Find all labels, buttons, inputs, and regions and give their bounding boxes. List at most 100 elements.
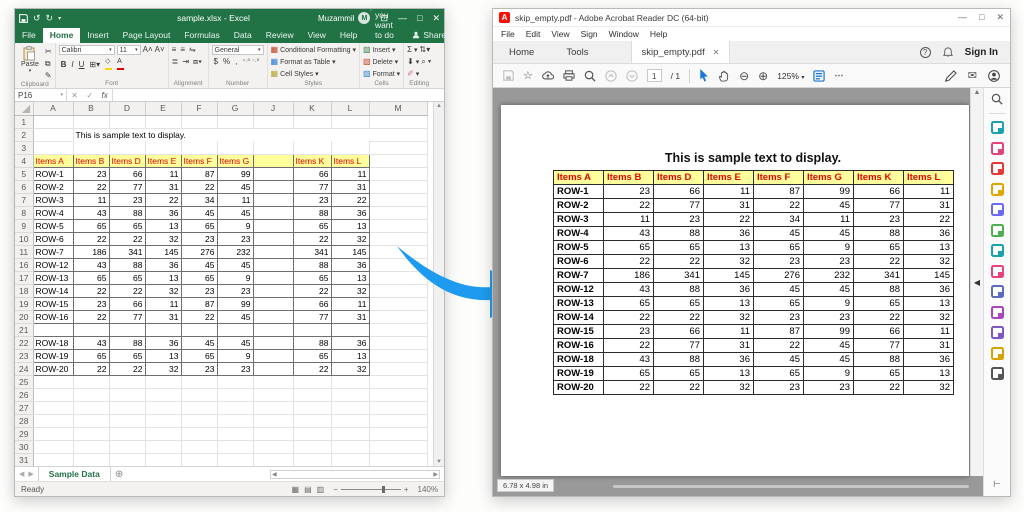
cell-value[interactable]: 45 bbox=[217, 206, 253, 219]
name-box[interactable]: P16 ▾ bbox=[15, 89, 67, 101]
cell-empty[interactable] bbox=[253, 167, 293, 180]
cell-value[interactable]: 32 bbox=[145, 362, 181, 375]
cell-value[interactable]: 22 bbox=[293, 284, 331, 297]
font-size-select[interactable]: 11▾ bbox=[117, 45, 141, 55]
format-cells-button[interactable]: ▧ Format ▾ bbox=[363, 69, 400, 79]
cell-empty[interactable] bbox=[253, 284, 293, 297]
edit-pdf-icon[interactable] bbox=[991, 142, 1004, 155]
cell-value[interactable]: 23 bbox=[293, 193, 331, 206]
copy-icon[interactable]: ⧉ bbox=[45, 59, 52, 69]
cell-value[interactable]: 23 bbox=[181, 232, 217, 245]
cell-value[interactable]: 88 bbox=[109, 258, 145, 271]
cell-value[interactable]: 31 bbox=[331, 180, 369, 193]
sheet-caption-cell[interactable]: This is sample text to display. bbox=[73, 128, 369, 141]
select-tool-icon[interactable] bbox=[699, 69, 709, 82]
format-painter-icon[interactable]: ✎ bbox=[45, 71, 52, 81]
cell-value[interactable]: 22 bbox=[181, 180, 217, 193]
cell-value[interactable]: 65 bbox=[109, 271, 145, 284]
cell[interactable] bbox=[217, 115, 253, 128]
cell-empty[interactable] bbox=[253, 180, 293, 193]
cell-value[interactable]: 32 bbox=[331, 232, 369, 245]
cell[interactable] bbox=[217, 440, 253, 453]
grow-font-icon[interactable]: A˄ bbox=[143, 45, 153, 55]
cell-header[interactable]: Items A bbox=[33, 154, 73, 167]
cell-value[interactable]: 66 bbox=[293, 297, 331, 310]
cell-value[interactable]: 23 bbox=[181, 284, 217, 297]
cell-header[interactable]: Items E bbox=[145, 154, 181, 167]
format-as-table-button[interactable]: ▦ Format as Table ▾ bbox=[271, 57, 356, 67]
cell[interactable] bbox=[109, 115, 145, 128]
cell[interactable] bbox=[293, 414, 331, 427]
italic-button[interactable]: I bbox=[71, 60, 73, 70]
cell[interactable] bbox=[253, 427, 293, 440]
cell-row-label[interactable]: ROW-1 bbox=[33, 167, 73, 180]
cell-value[interactable]: 22 bbox=[181, 310, 217, 323]
cell-empty[interactable] bbox=[253, 232, 293, 245]
cell[interactable] bbox=[331, 388, 369, 401]
more-tools-icon[interactable]: ⋯ bbox=[834, 70, 844, 81]
redo-icon[interactable]: ↻ bbox=[46, 13, 54, 24]
share-button[interactable]: Share bbox=[404, 28, 454, 43]
cell[interactable] bbox=[217, 141, 253, 154]
cell-value[interactable]: 23 bbox=[73, 297, 109, 310]
cell-row-label[interactable]: ROW-6 bbox=[33, 232, 73, 245]
cell-value[interactable]: 276 bbox=[181, 245, 217, 258]
cell[interactable] bbox=[331, 414, 369, 427]
cell[interactable] bbox=[293, 115, 331, 128]
star-icon[interactable]: ☆ bbox=[523, 69, 533, 82]
indent-icon[interactable]: ⇥ bbox=[182, 57, 189, 67]
cell-empty[interactable] bbox=[293, 323, 331, 336]
cell[interactable] bbox=[293, 141, 331, 154]
wrap-text-icon[interactable]: ⇋ bbox=[189, 45, 196, 55]
cell-value[interactable]: 65 bbox=[293, 219, 331, 232]
cell-value[interactable]: 36 bbox=[331, 206, 369, 219]
clear-button[interactable]: ✐ ▾ bbox=[407, 69, 431, 79]
collapse-pane-icon[interactable]: ◀ bbox=[974, 278, 980, 287]
cell-value[interactable]: 65 bbox=[73, 349, 109, 362]
cell-empty[interactable] bbox=[331, 323, 369, 336]
insert-function-icon[interactable]: fx bbox=[102, 91, 108, 100]
formula-input[interactable] bbox=[113, 89, 444, 101]
row-header-3[interactable]: 3 bbox=[15, 141, 33, 154]
menu-help[interactable]: Help bbox=[650, 29, 667, 39]
cell-empty[interactable] bbox=[253, 219, 293, 232]
cell-value[interactable]: 77 bbox=[109, 310, 145, 323]
cell[interactable] bbox=[145, 375, 181, 388]
shrink-font-icon[interactable]: A˅ bbox=[155, 45, 165, 55]
percent-icon[interactable]: % bbox=[223, 57, 230, 67]
cell[interactable] bbox=[109, 427, 145, 440]
cell[interactable] bbox=[293, 401, 331, 414]
autosum-button[interactable]: Σ ▾ ⇅▾ bbox=[407, 45, 431, 55]
scroll-down-icon[interactable]: ▼ bbox=[436, 459, 442, 465]
cell-header[interactable]: Items F bbox=[181, 154, 217, 167]
cell-value[interactable]: 22 bbox=[73, 362, 109, 375]
excel-tab-insert[interactable]: Insert bbox=[80, 28, 115, 43]
organize-pages-icon[interactable] bbox=[991, 224, 1004, 237]
menu-view[interactable]: View bbox=[551, 29, 569, 39]
cell[interactable] bbox=[369, 128, 427, 141]
cell[interactable] bbox=[73, 141, 109, 154]
menu-sign[interactable]: Sign bbox=[581, 29, 598, 39]
cell-value[interactable]: 99 bbox=[217, 167, 253, 180]
cell[interactable] bbox=[369, 180, 427, 193]
merge-center-icon[interactable]: ⧈▾ bbox=[193, 57, 202, 67]
fill-sign-icon[interactable] bbox=[991, 265, 1004, 278]
protect-pdf-icon[interactable] bbox=[991, 285, 1004, 298]
cell-empty[interactable] bbox=[217, 323, 253, 336]
cell-value[interactable]: 66 bbox=[109, 167, 145, 180]
column-header-B[interactable]: B bbox=[73, 102, 109, 115]
bold-button[interactable]: B bbox=[61, 60, 67, 70]
cell[interactable] bbox=[217, 375, 253, 388]
cell-value[interactable]: 36 bbox=[145, 206, 181, 219]
cell-value[interactable]: 145 bbox=[145, 245, 181, 258]
comment-icon[interactable] bbox=[991, 183, 1004, 196]
cell-value[interactable]: 13 bbox=[145, 349, 181, 362]
row-header-26[interactable]: 26 bbox=[15, 388, 33, 401]
cell-value[interactable]: 11 bbox=[73, 193, 109, 206]
cell-empty[interactable] bbox=[253, 297, 293, 310]
cell[interactable] bbox=[109, 453, 145, 466]
export-pdf-icon[interactable] bbox=[991, 121, 1004, 134]
cell-header[interactable]: Items G bbox=[217, 154, 253, 167]
cell[interactable] bbox=[331, 453, 369, 466]
font-color-icon[interactable]: A bbox=[117, 58, 124, 72]
